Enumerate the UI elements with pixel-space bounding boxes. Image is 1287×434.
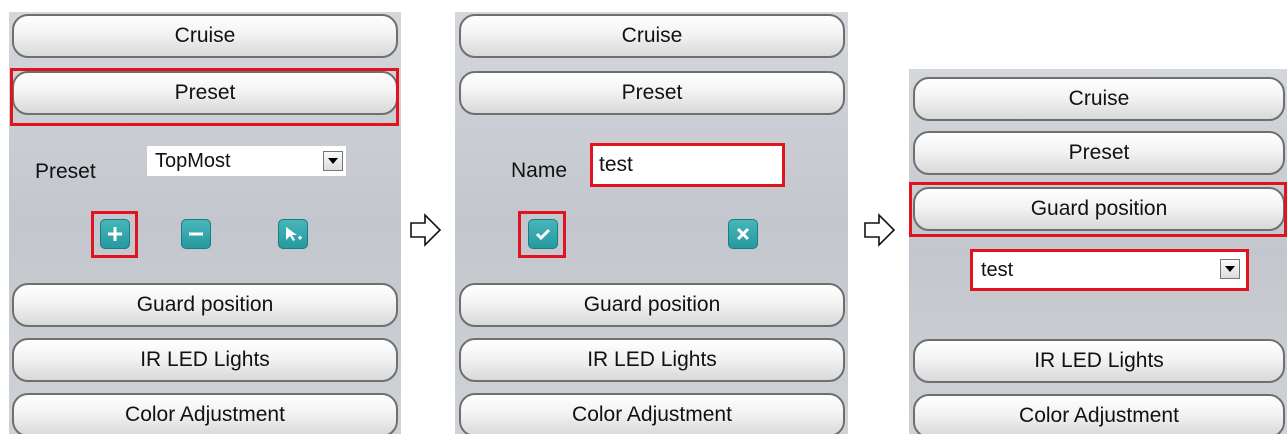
cruise-button-label: Cruise xyxy=(1068,87,1130,110)
name-label: Name xyxy=(511,159,568,182)
minus-icon xyxy=(189,232,203,236)
preset-name-input[interactable]: test xyxy=(590,143,785,187)
preset-button-label: Preset xyxy=(621,81,683,104)
checkmark-icon xyxy=(535,228,551,241)
ptz-panel-step-1: Cruise Preset Preset TopMost Guard posit… xyxy=(9,12,401,434)
preset-button[interactable]: Preset xyxy=(12,71,398,115)
cruise-button[interactable]: Cruise xyxy=(12,14,398,58)
guard-position-label: Guard position xyxy=(1030,197,1168,220)
ir-led-lights-label: IR LED Lights xyxy=(587,348,717,371)
ir-led-lights-label: IR LED Lights xyxy=(140,348,270,371)
ir-led-lights-button[interactable]: IR LED Lights xyxy=(459,338,845,382)
ir-led-lights-button[interactable]: IR LED Lights xyxy=(913,339,1285,383)
right-arrow-icon xyxy=(410,213,442,247)
goto-preset-button[interactable] xyxy=(278,219,308,249)
guard-position-label: Guard position xyxy=(136,293,274,316)
preset-button[interactable]: Preset xyxy=(913,131,1285,175)
guard-position-button[interactable]: Guard position xyxy=(913,187,1285,231)
chevron-down-icon[interactable] xyxy=(323,151,343,171)
color-adjustment-label: Color Adjustment xyxy=(572,403,732,426)
ir-led-lights-label: IR LED Lights xyxy=(1034,349,1164,372)
plus-icon xyxy=(108,227,122,241)
delete-preset-button[interactable] xyxy=(181,219,211,249)
cruise-button-label: Cruise xyxy=(174,24,236,47)
preset-button-label: Preset xyxy=(1068,141,1130,164)
preset-button-label: Preset xyxy=(174,81,236,104)
guard-position-button[interactable]: Guard position xyxy=(12,283,398,327)
ptz-panel-step-3: Cruise Preset Guard position test IR LED… xyxy=(909,69,1287,434)
chevron-down-icon[interactable] xyxy=(1220,259,1240,279)
add-preset-button[interactable] xyxy=(100,219,130,249)
cruise-button[interactable]: Cruise xyxy=(913,77,1285,121)
preset-name-value: test xyxy=(599,153,633,176)
ptz-panel-step-2: Cruise Preset Name test Guard position I… xyxy=(455,12,848,434)
color-adjustment-label: Color Adjustment xyxy=(125,403,285,426)
close-icon xyxy=(736,227,750,241)
cursor-plus-icon xyxy=(286,227,302,241)
preset-select[interactable]: TopMost xyxy=(147,146,346,176)
cruise-button-label: Cruise xyxy=(621,24,683,47)
cruise-button[interactable]: Cruise xyxy=(459,14,845,58)
preset-label: Preset xyxy=(35,160,96,183)
confirm-button[interactable] xyxy=(528,219,558,249)
color-adjustment-button[interactable]: Color Adjustment xyxy=(12,393,398,434)
color-adjustment-label: Color Adjustment xyxy=(1019,404,1179,427)
cancel-button[interactable] xyxy=(728,219,758,249)
color-adjustment-button[interactable]: Color Adjustment xyxy=(913,394,1285,434)
preset-button[interactable]: Preset xyxy=(459,71,845,115)
preset-select-value: TopMost xyxy=(155,149,231,172)
guard-position-label: Guard position xyxy=(583,293,721,316)
guard-position-select[interactable]: test xyxy=(970,249,1249,291)
ir-led-lights-button[interactable]: IR LED Lights xyxy=(12,338,398,382)
guard-position-select-value: test xyxy=(981,258,1014,281)
right-arrow-icon xyxy=(864,213,896,247)
color-adjustment-button[interactable]: Color Adjustment xyxy=(459,393,845,434)
guard-position-button[interactable]: Guard position xyxy=(459,283,845,327)
